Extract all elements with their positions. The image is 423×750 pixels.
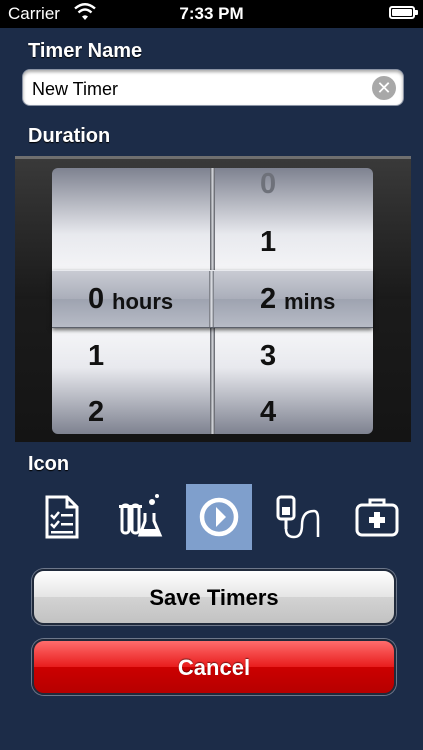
clock-timer-icon xyxy=(199,497,239,537)
mins-above-2: 1 xyxy=(260,226,277,258)
icon-option-iv[interactable] xyxy=(265,484,331,550)
save-timers-button[interactable]: Save Timers xyxy=(32,569,396,625)
icon-option-lab[interactable] xyxy=(107,484,173,550)
picker-selection-bar: 0 hours 2 mins xyxy=(52,270,373,328)
duration-label: Duration xyxy=(28,125,111,147)
timer-name-input[interactable]: New Timer ✕ xyxy=(22,69,404,106)
iv-drip-icon xyxy=(276,495,320,539)
first-aid-kit-icon xyxy=(355,498,399,537)
icon-label: Icon xyxy=(28,453,70,475)
hours-below-1: 1 xyxy=(88,340,105,372)
clear-x-icon[interactable]: ✕ xyxy=(372,76,396,100)
icon-option-firstaid[interactable] xyxy=(344,484,410,550)
hours-selected: 0 xyxy=(88,283,105,315)
mins-selected: 2 xyxy=(260,283,277,315)
timer-name-value: New Timer xyxy=(32,79,119,99)
cancel-button[interactable]: Cancel xyxy=(32,639,396,695)
status-time: 7:33 PM xyxy=(179,4,244,23)
mins-below-2: 4 xyxy=(260,396,277,428)
timer-name-label: Timer Name xyxy=(28,40,143,62)
icon-option-document[interactable] xyxy=(28,484,94,550)
mins-below-1: 3 xyxy=(260,340,277,372)
hours-below-2: 2 xyxy=(88,396,105,428)
lab-flask-icon xyxy=(119,494,163,537)
document-checklist-icon xyxy=(45,495,79,539)
icon-option-clock[interactable] xyxy=(186,484,252,550)
hours-unit: hours xyxy=(112,289,174,314)
status-bar: Carrier 7:33 PM xyxy=(0,0,423,28)
icon-selector xyxy=(0,484,423,550)
mins-above-1: 0 xyxy=(260,168,277,200)
battery-icon xyxy=(389,6,418,19)
duration-picker[interactable]: 1 2 0 1 3 4 0 hours 2 mins xyxy=(15,156,411,442)
mins-unit: mins xyxy=(284,289,336,314)
